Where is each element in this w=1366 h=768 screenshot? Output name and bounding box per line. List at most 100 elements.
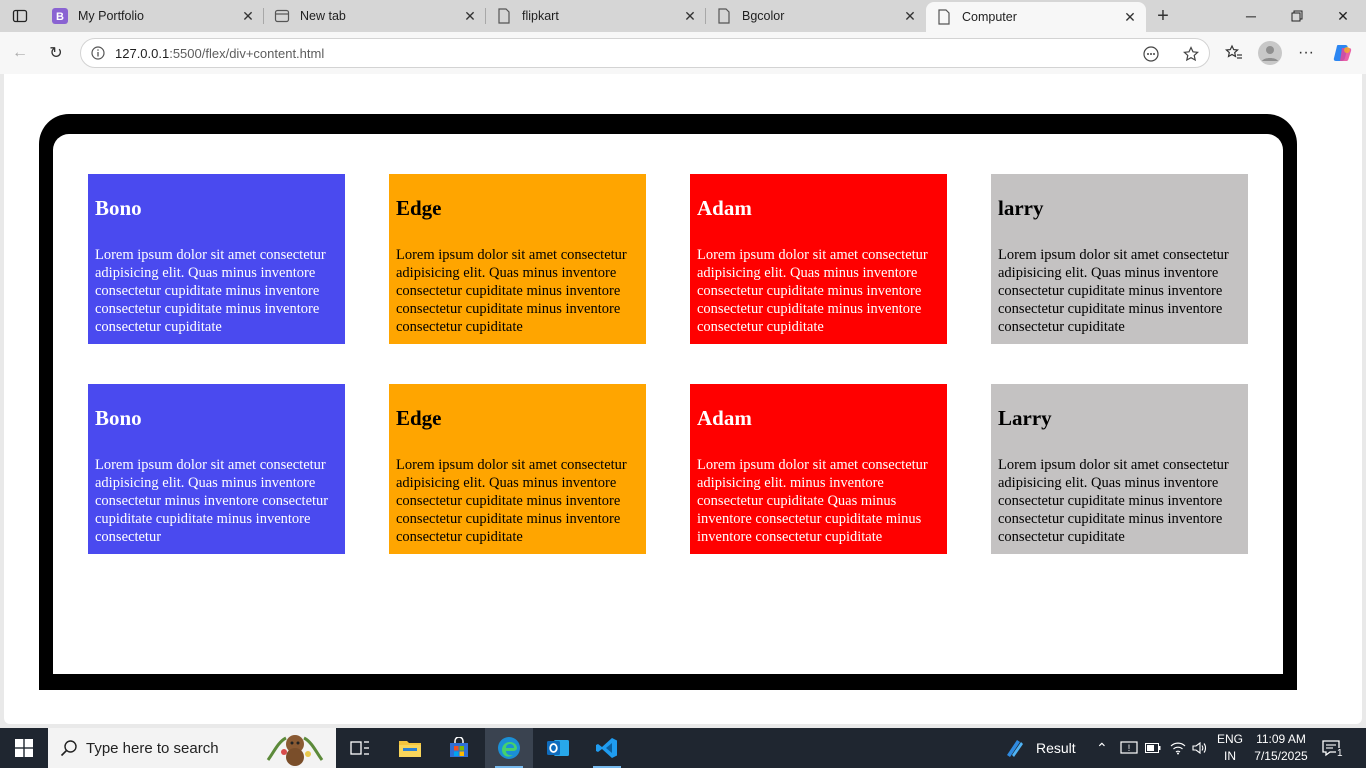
close-tab-icon[interactable]: ✕ <box>238 6 258 26</box>
start-button[interactable] <box>0 728 48 768</box>
task-view-icon <box>350 741 369 755</box>
card: Bono Lorem ipsum dolor sit amet consecte… <box>88 384 345 554</box>
card: Adam Lorem ipsum dolor sit amet consecte… <box>690 384 947 554</box>
taskbar-search[interactable]: Type here to search <box>48 728 336 768</box>
arrow-left-icon: ← <box>12 44 28 61</box>
card: Bono Lorem ipsum dolor sit amet consecte… <box>88 174 345 344</box>
more-horizontal-icon: ··· <box>1298 44 1314 61</box>
card-text: Lorem ipsum dolor sit amet consectetur a… <box>95 247 326 335</box>
browser-toolbar: ← ↻ 127.0.0.1:5500/flex/div+content.html… <box>0 32 1366 74</box>
favorite-star-icon[interactable] <box>1181 44 1201 64</box>
tab-flipkart[interactable]: flipkart ✕ <box>486 0 706 32</box>
region-code: IN <box>1224 749 1236 763</box>
tab-title: Bgcolor <box>742 9 785 23</box>
wifi-icon <box>1170 742 1186 755</box>
security-tray-icon[interactable]: ! <box>1120 728 1138 768</box>
url-text[interactable]: 127.0.0.1:5500/flex/div+content.html <box>115 46 324 61</box>
show-hidden-icons-button[interactable]: ⌃ <box>1096 728 1108 768</box>
outlook-button[interactable] <box>534 728 582 768</box>
card-text: Lorem ipsum dolor sit amet consectetur a… <box>396 457 627 545</box>
close-tab-icon[interactable]: ✕ <box>680 6 700 26</box>
card-text: Lorem ipsum dolor sit amet consectetur a… <box>95 457 329 545</box>
card-heading: larry <box>998 196 1044 220</box>
close-tab-icon[interactable]: ✕ <box>900 6 920 26</box>
network-tray-icon[interactable] <box>1170 728 1186 768</box>
new-tab-button[interactable]: + <box>1150 4 1176 28</box>
clock[interactable]: 11:09 AM 7/15/2025 <box>1246 731 1316 765</box>
tab-new-tab[interactable]: New tab ✕ <box>264 0 486 32</box>
settings-menu-button[interactable]: ··· <box>1292 39 1320 67</box>
card-heading: Bono <box>95 406 142 430</box>
close-window-button[interactable]: ✕ <box>1320 0 1366 32</box>
windows-icon <box>15 739 33 757</box>
avatar <box>1258 41 1282 65</box>
weather-widget[interactable]: Result <box>1004 728 1076 768</box>
refresh-button[interactable]: ↻ <box>42 39 70 67</box>
language-code: ENG <box>1216 732 1243 746</box>
favorites-button[interactable] <box>1220 39 1248 67</box>
minimize-button[interactable]: ─ <box>1228 0 1274 32</box>
search-highlight-icon <box>266 735 324 766</box>
card: larry Lorem ipsum dolor sit amet consect… <box>991 174 1248 344</box>
reading-mode-icon[interactable] <box>1141 44 1161 64</box>
battery-tray-icon[interactable] <box>1145 728 1161 768</box>
restore-button[interactable] <box>1274 0 1320 32</box>
copilot-button[interactable] <box>1329 39 1357 67</box>
volume-tray-icon[interactable] <box>1192 728 1208 768</box>
card-text: Lorem ipsum dolor sit amet consectetur a… <box>697 247 928 335</box>
page-icon <box>716 8 732 24</box>
tab-title: flipkart <box>522 9 559 23</box>
profile-button[interactable] <box>1256 39 1284 67</box>
clock-date: 7/15/2025 <box>1254 749 1308 763</box>
close-tab-icon[interactable]: ✕ <box>1120 7 1140 27</box>
taskbar: Type here to search Result ⌃ ! ENG IN 11… <box>0 728 1366 768</box>
copilot-icon <box>1333 45 1352 61</box>
tab-strip: B My Portfolio ✕ New tab ✕ flipkart ✕ Bg… <box>0 0 1366 32</box>
edge-button[interactable] <box>485 728 533 768</box>
page-icon <box>496 8 512 24</box>
weather-label: Result <box>1036 740 1076 756</box>
clock-time: 11:09 AM <box>1256 732 1306 746</box>
card-heading: Bono <box>95 196 142 220</box>
vscode-icon <box>596 738 617 758</box>
close-tab-icon[interactable]: ✕ <box>460 6 480 26</box>
address-bar[interactable]: 127.0.0.1:5500/flex/div+content.html <box>80 38 1210 68</box>
card-text: Lorem ipsum dolor sit amet consectetur a… <box>998 247 1229 335</box>
info-icon[interactable] <box>90 45 106 61</box>
card: Larry Lorem ipsum dolor sit amet consect… <box>991 384 1248 554</box>
close-icon: ✕ <box>1337 7 1349 24</box>
favorites-icon <box>1225 44 1242 59</box>
vscode-button[interactable] <box>583 728 631 768</box>
chevron-up-icon: ⌃ <box>1096 739 1108 756</box>
tab-computer[interactable]: Computer ✕ <box>926 2 1146 32</box>
bootstrap-icon: B <box>52 8 68 24</box>
language-indicator[interactable]: ENG IN <box>1214 731 1246 765</box>
card-text: Lorem ipsum dolor sit amet consectetur a… <box>697 457 928 545</box>
back-button[interactable]: ← <box>6 39 34 67</box>
tab-my-portfolio[interactable]: B My Portfolio ✕ <box>42 0 264 32</box>
file-explorer-button[interactable] <box>386 728 434 768</box>
search-icon <box>60 739 78 757</box>
card: Edge Lorem ipsum dolor sit amet consecte… <box>389 174 646 344</box>
card-heading: Edge <box>396 406 442 430</box>
tab-actions-icon <box>12 9 28 23</box>
search-placeholder: Type here to search <box>86 739 219 757</box>
tab-title: My Portfolio <box>78 9 144 23</box>
tab-actions-button[interactable] <box>6 4 34 28</box>
folder-icon <box>399 741 421 757</box>
tab-bgcolor[interactable]: Bgcolor ✕ <box>706 0 926 32</box>
card-heading: Edge <box>396 196 442 220</box>
notification-center-button[interactable]: 1 <box>1322 728 1344 768</box>
store-button[interactable] <box>435 728 483 768</box>
outlook-icon <box>547 740 569 756</box>
container-border: Bono Lorem ipsum dolor sit amet consecte… <box>39 114 1297 690</box>
card: Adam Lorem ipsum dolor sit amet consecte… <box>690 174 947 344</box>
flex-container: Bono Lorem ipsum dolor sit amet consecte… <box>53 134 1283 674</box>
plus-icon: + <box>1157 4 1169 27</box>
task-view-button[interactable] <box>336 728 384 768</box>
new-tab-icon <box>274 8 290 24</box>
svg-text:B: B <box>56 11 64 23</box>
tab-title: New tab <box>300 9 346 23</box>
card: Edge Lorem ipsum dolor sit amet consecte… <box>389 384 646 554</box>
svg-text:!: ! <box>1128 743 1131 753</box>
